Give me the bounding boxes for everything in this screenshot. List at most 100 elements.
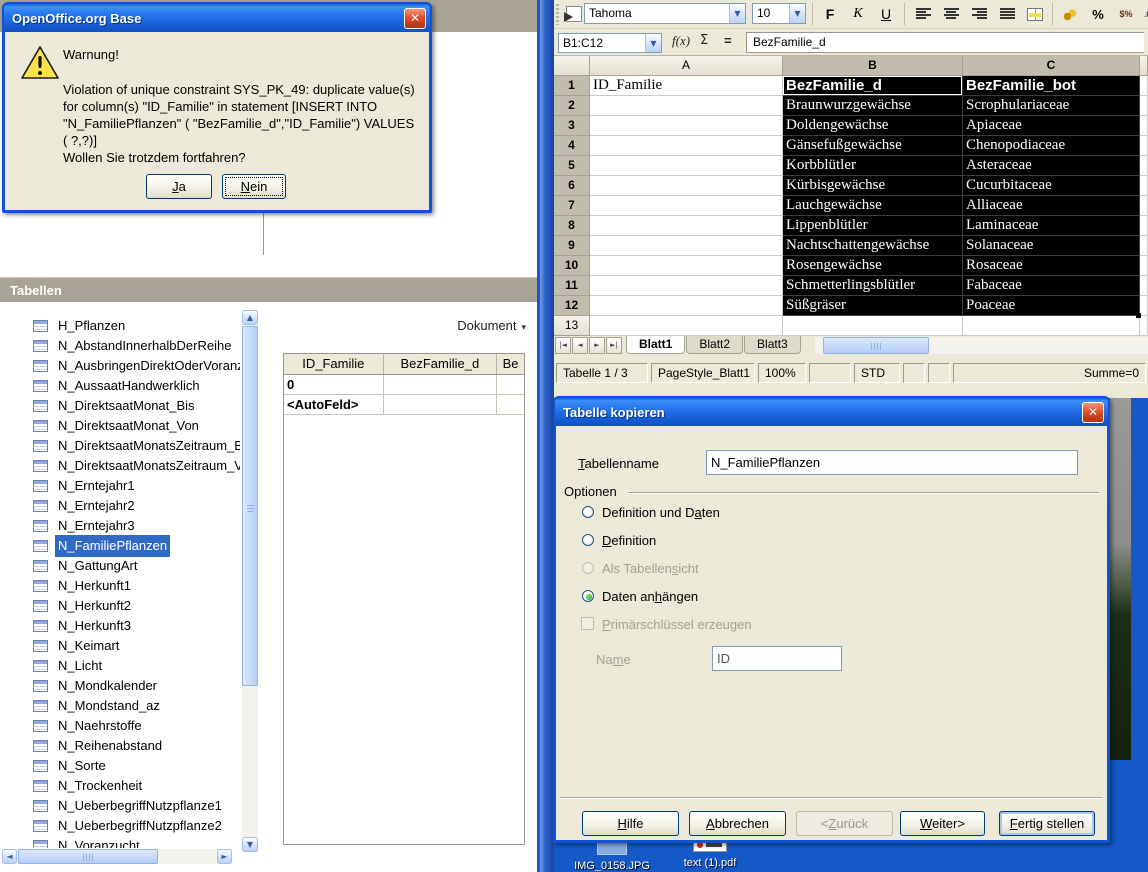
cell-reference-box[interactable]: B1:C12 [558,33,662,53]
scroll-right-icon[interactable]: ► [217,849,232,864]
column-header-B[interactable]: B [783,56,963,76]
table-list-item[interactable]: N_DirektsaatMonatsZeitraum_Vor [0,456,240,476]
row-header-10[interactable]: 10 [554,256,590,276]
sheet-tab-blatt1[interactable]: Blatt1 [626,336,685,354]
table-list-item[interactable]: N_Erntejahr2 [0,496,240,516]
table-list-item[interactable]: N_Trockenheit [0,776,240,796]
cell-A8[interactable] [590,216,783,236]
cell-A13[interactable] [590,316,783,336]
table-list-item[interactable]: N_Mondstand_az [0,696,240,716]
table-list-item[interactable]: N_DirektsaatMonatsZeitraum_Bis [0,436,240,456]
selection-fill-handle[interactable] [1136,313,1141,318]
document-dropdown[interactable]: Dokument▾ [430,318,526,336]
row-header-6[interactable]: 6 [554,176,590,196]
table-list-item[interactable]: N_DirektsaatMonat_Von [0,416,240,436]
cell-A5[interactable] [590,156,783,176]
hscrollbar-thumb[interactable] [18,849,158,864]
previous-sheet-icon[interactable]: ◄ [572,337,588,354]
formula-input-line[interactable]: BezFamilie_d [746,32,1144,53]
sheet-hscrollbar[interactable] [815,337,1148,354]
cell-B2[interactable]: Braunwurzgewächse [783,96,963,116]
cell-C6[interactable]: Cucurbitaceae [963,176,1140,196]
row-header-7[interactable]: 7 [554,196,590,216]
cell-A1[interactable]: ID_Familie [590,76,783,96]
function-wizard-icon[interactable]: f(x) [672,33,690,49]
row-header-4[interactable]: 4 [554,136,590,156]
cell-C7[interactable]: Alliaceae [963,196,1140,216]
row-header-5[interactable]: 5 [554,156,590,176]
cell-C5[interactable]: Asteraceae [963,156,1140,176]
column-header-C[interactable]: C [963,56,1140,76]
cell-C4[interactable]: Chenopodiaceae [963,136,1140,156]
hscrollbar-thumb[interactable] [823,337,929,354]
cell-C2[interactable]: Scrophulariaceae [963,96,1140,116]
column-header-D[interactable] [1140,56,1148,76]
tables-list-hscrollbar[interactable]: ◄ ► [2,849,232,864]
chevron-down-icon[interactable] [729,4,745,23]
table-list-item[interactable]: N_Sorte [0,756,240,776]
radio-option[interactable]: Definition und Daten [582,498,982,526]
cell-B12[interactable]: Süßgräser [783,296,963,316]
table-list-item[interactable]: N_AbstandInnerhalbDerReihe [0,336,240,356]
next-sheet-icon[interactable]: ► [589,337,605,354]
add-decimal-button[interactable]: .000 [1139,2,1148,26]
cell-D7[interactable] [1140,196,1148,216]
cell-C13[interactable] [963,316,1140,336]
cell-D4[interactable] [1140,136,1148,156]
cell-D2[interactable] [1140,96,1148,116]
cell-C10[interactable]: Rosaceae [963,256,1140,276]
next-button[interactable]: Weiter> [900,811,985,836]
cell-C1[interactable]: BezFamilie_bot [963,76,1140,96]
cell-A7[interactable] [590,196,783,216]
cell-A4[interactable] [590,136,783,156]
scroll-up-icon[interactable]: ▲ [242,310,258,325]
dialog-title-bar[interactable]: Tabelle kopieren ✕ [555,398,1108,426]
cell-C11[interactable]: Fabaceae [963,276,1140,296]
align-left-icon[interactable] [910,2,936,26]
table-list-item[interactable]: N_Keimart [0,636,240,656]
currency-format-icon[interactable] [1057,2,1083,26]
table-list-item[interactable]: N_AussaatHandwerklich [0,376,240,396]
no-button[interactable]: Nein [222,174,286,199]
row-header-3[interactable]: 3 [554,116,590,136]
finish-button[interactable]: Fertig stellen [999,811,1095,836]
chevron-down-icon[interactable] [789,4,805,23]
row-header-8[interactable]: 8 [554,216,590,236]
table-list-item[interactable]: N_Licht [0,656,240,676]
cell-C8[interactable]: Laminaceae [963,216,1140,236]
cell-D12[interactable] [1140,296,1148,316]
cell-D9[interactable] [1140,236,1148,256]
table-list-item[interactable]: N_Voranzucht [0,836,240,848]
cell-D10[interactable] [1140,256,1148,276]
cell-D8[interactable] [1140,216,1148,236]
standard-format-button[interactable]: $% [1113,2,1139,26]
column-header-A[interactable]: A [590,56,783,76]
table-list-item[interactable]: N_Herkunft3 [0,616,240,636]
row-header-2[interactable]: 2 [554,96,590,116]
yes-button[interactable]: Ja [146,174,212,199]
toolbar-grip[interactable] [556,4,559,25]
chevron-down-icon[interactable] [645,34,661,52]
table-list-item[interactable]: N_Mondkalender [0,676,240,696]
cell-D1[interactable] [1140,76,1148,96]
cell-B6[interactable]: Kürbisgewächse [783,176,963,196]
radio-option[interactable]: Daten anhängen [582,582,982,610]
merge-cells-icon[interactable] [1022,2,1048,26]
font-size-combo[interactable]: 10 [752,3,806,24]
cell-A9[interactable] [590,236,783,256]
row-header-9[interactable]: 9 [554,236,590,256]
cell-B10[interactable]: Rosengewächse [783,256,963,276]
cell-A12[interactable] [590,296,783,316]
table-list-item[interactable]: N_DirektsaatMonat_Bis [0,396,240,416]
radio-option[interactable]: Definition [582,526,982,554]
dialog-title-bar[interactable]: OpenOffice.org Base ✕ [4,4,430,32]
table-list-item[interactable]: H_Pflanzen [0,316,240,336]
cell-C3[interactable]: Apiaceae [963,116,1140,136]
table-list-item[interactable]: N_Reihenabstand [0,736,240,756]
table-list-item[interactable]: N_Erntejahr1 [0,476,240,496]
cell-B5[interactable]: Korbblütler [783,156,963,176]
cell-A2[interactable] [590,96,783,116]
table-name-input[interactable] [706,450,1078,475]
desktop-icon-image[interactable]: IMG_0158.JPG [567,840,657,872]
table-list-item[interactable]: N_UeberbegriffNutzpflanze2 [0,816,240,836]
